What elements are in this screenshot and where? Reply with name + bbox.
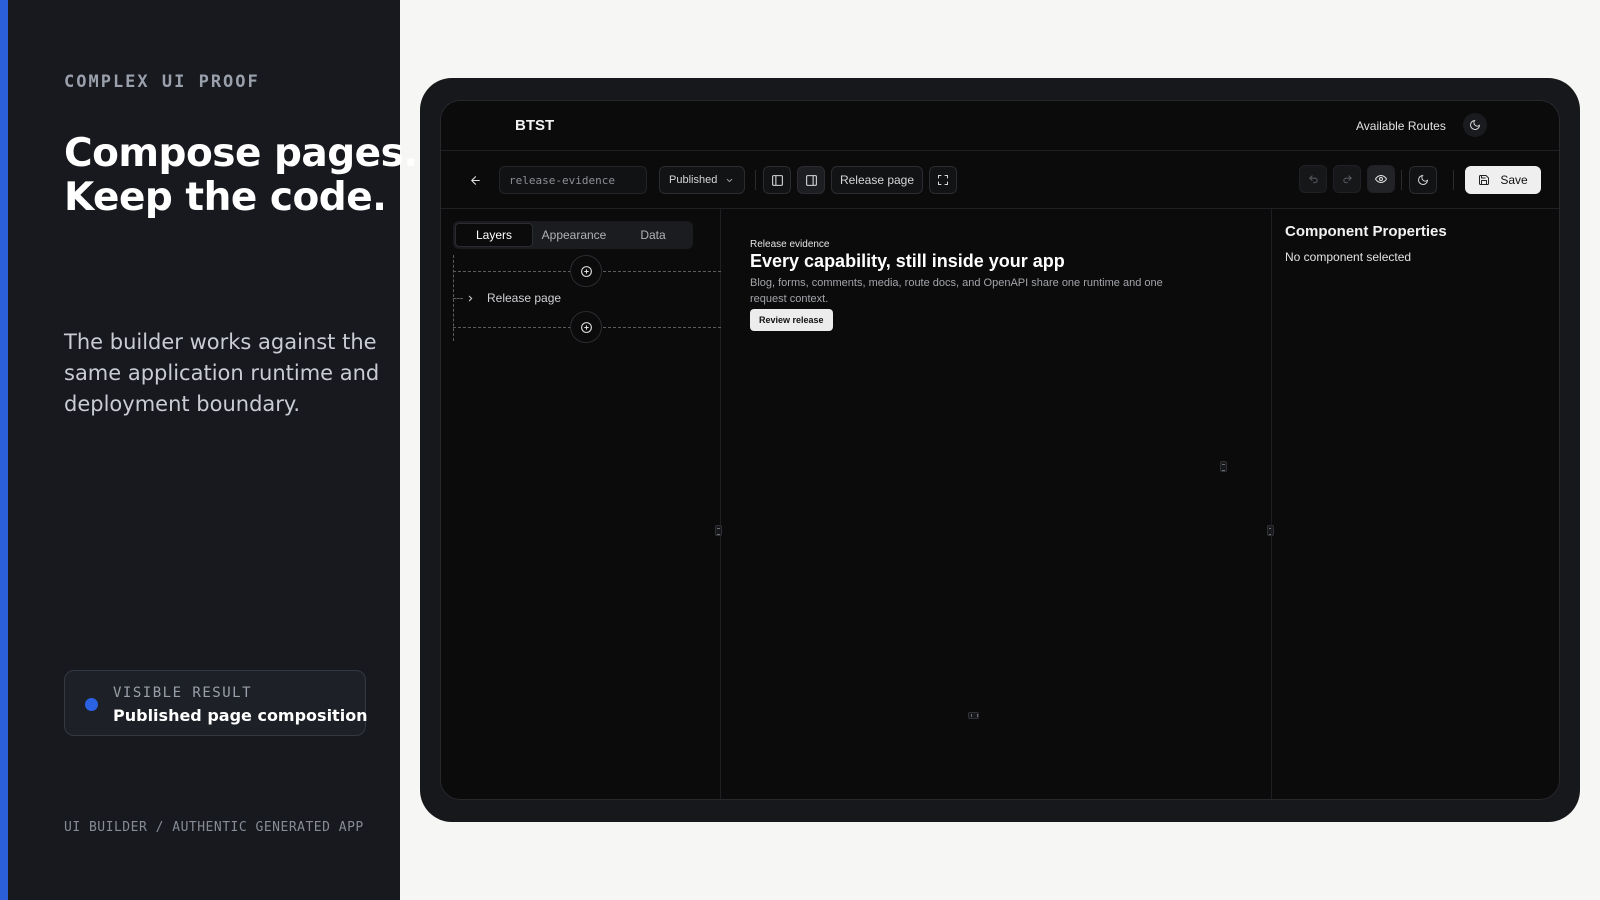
page-select-button[interactable]: Release page	[831, 166, 923, 194]
tab-layers[interactable]: Layers	[455, 223, 533, 247]
toggle-left-panel-button[interactable]	[763, 166, 791, 194]
add-component-button[interactable]	[570, 255, 602, 287]
hero-title[interactable]: Every capability, still inside your app	[750, 251, 1065, 272]
theme-toggle-button[interactable]	[1463, 113, 1487, 137]
eye-icon	[1375, 174, 1387, 184]
add-component-button[interactable]	[570, 311, 602, 343]
lede-paragraph: The builder works against the same appli…	[64, 330, 380, 416]
result-kicker: VISIBLE RESULT	[113, 685, 253, 701]
headline-line-1: Compose pages.	[64, 131, 418, 176]
save-icon	[1479, 175, 1490, 185]
layer-label: Release page	[487, 291, 562, 305]
plus-circle-icon	[580, 321, 592, 333]
toolbar-divider	[755, 170, 756, 190]
hero-body[interactable]: Blog, forms, comments, media, route docs…	[750, 275, 1180, 307]
available-routes-link[interactable]: Available Routes	[1356, 119, 1446, 133]
tab-data[interactable]: Data	[615, 223, 691, 247]
expand-layer-button[interactable]	[463, 291, 477, 305]
brand-logo[interactable]: BTST	[515, 117, 554, 134]
properties-title: Component Properties	[1285, 223, 1447, 240]
fullscreen-icon	[938, 175, 948, 185]
review-release-button[interactable]: Review release	[750, 309, 833, 331]
properties-empty-state: No component selected	[1285, 250, 1412, 264]
undo-icon	[1308, 174, 1318, 183]
tree-connector	[453, 297, 463, 299]
eyebrow: COMPLEX UI PROOF	[64, 72, 260, 92]
sidebar-tabs: Layers Appearance Data	[453, 221, 693, 249]
fullscreen-button[interactable]	[929, 166, 957, 194]
promo-panel: COMPLEX UI PROOF Compose pages. Keep the…	[0, 0, 418, 900]
plus-circle-icon	[580, 265, 592, 277]
hero-kicker[interactable]: Release evidence	[750, 239, 830, 250]
moon-icon	[1418, 174, 1429, 185]
save-button[interactable]: Save	[1465, 166, 1541, 194]
chevron-down-icon	[726, 178, 733, 183]
chevron-right-icon	[468, 295, 472, 301]
preview-button[interactable]	[1367, 165, 1395, 193]
page-canvas: Release evidence Every capability, still…	[722, 209, 1274, 799]
status-dot	[85, 698, 98, 711]
page-slug-input[interactable]	[499, 166, 647, 194]
redo-button[interactable]	[1333, 165, 1361, 193]
toolbar-divider	[1453, 170, 1454, 190]
sidebar-resize-handle[interactable]	[715, 525, 722, 536]
status-select[interactable]: Published	[659, 166, 745, 194]
redo-icon	[1342, 174, 1352, 183]
toolbar-divider	[1401, 170, 1402, 190]
headline: Compose pages. Keep the code.	[64, 131, 418, 220]
editor-toolbar: Published Release page	[441, 152, 1559, 209]
moon-icon	[1470, 119, 1481, 130]
arrow-left-icon	[470, 175, 480, 185]
layers-sidebar: Layers Appearance Data Release page	[441, 209, 722, 799]
properties-panel: Component Properties No component select…	[1271, 209, 1559, 799]
canvas-resize-handle-right[interactable]	[1220, 461, 1227, 472]
canvas-resize-handle-bottom[interactable]	[968, 712, 979, 719]
save-label: Save	[1500, 173, 1528, 187]
panel-left-icon	[771, 174, 783, 186]
footer-note: UI BUILDER / AUTHENTIC GENERATED APP	[64, 820, 364, 835]
tab-appearance[interactable]: Appearance	[535, 223, 613, 247]
accent-bar	[0, 0, 8, 900]
top-nav: BTST Available Routes	[441, 101, 1559, 151]
layer-item-release-page[interactable]: Release page	[453, 287, 561, 309]
result-card: VISIBLE RESULT Published page compositio…	[64, 670, 368, 736]
status-select-value: Published	[669, 174, 718, 186]
result-title: Published page composition	[113, 706, 368, 725]
device-frame: BTST Available Routes Published Rel	[420, 78, 1580, 822]
headline-line-2: Keep the code.	[64, 175, 387, 220]
back-button[interactable]	[463, 166, 487, 194]
toggle-right-panel-button[interactable]	[797, 166, 825, 194]
panel-right-icon	[805, 174, 817, 186]
app-screen: BTST Available Routes Published Rel	[440, 100, 1560, 800]
undo-button[interactable]	[1299, 165, 1327, 193]
theme-toggle-button[interactable]	[1409, 166, 1437, 194]
